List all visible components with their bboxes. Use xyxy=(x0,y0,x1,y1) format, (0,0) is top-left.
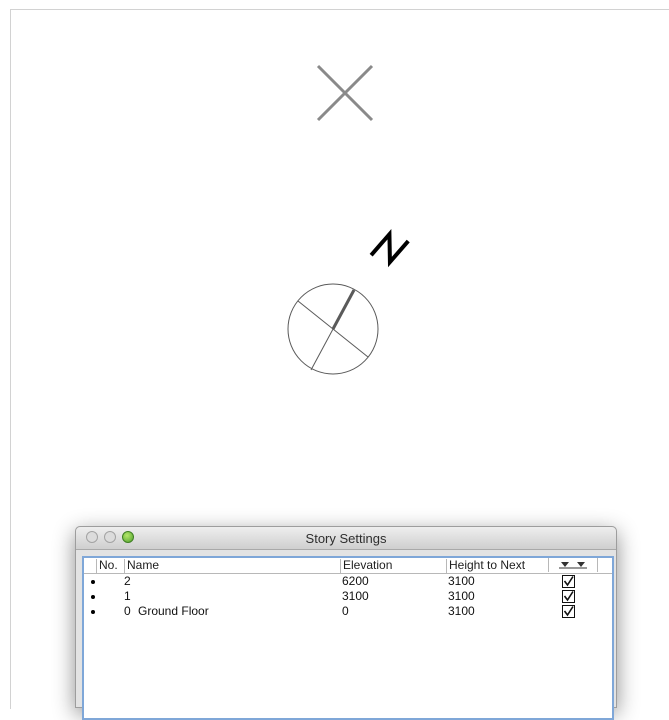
current-story-bullet xyxy=(91,610,95,614)
table-row[interactable]: 2 6200 3100 xyxy=(84,574,612,589)
story-elevation: 6200 xyxy=(342,574,369,588)
story-visible-checkbox[interactable] xyxy=(562,590,575,603)
stories-table[interactable]: No. Name Elevation Height to Next 2 6200 3… xyxy=(82,556,614,720)
current-story-bullet xyxy=(91,595,95,599)
table-row[interactable]: 1 3100 3100 xyxy=(84,589,612,604)
north-arrow-icon[interactable] xyxy=(366,227,412,273)
story-elevation: 3100 xyxy=(342,589,369,603)
story-number: 1 xyxy=(124,589,131,603)
header-no[interactable]: No. xyxy=(96,559,124,573)
compass-icon[interactable] xyxy=(284,280,382,378)
story-elevation: 0 xyxy=(342,604,349,618)
story-number: 2 xyxy=(124,574,131,588)
dialog-titlebar[interactable]: Story Settings xyxy=(76,527,616,550)
header-height-to-next[interactable]: Height to Next xyxy=(446,559,549,573)
header-name[interactable]: Name xyxy=(124,559,347,573)
dialog-title: Story Settings xyxy=(305,531,387,546)
story-settings-dialog: Story Settings No. Name Elevation Height… xyxy=(75,526,617,720)
story-visible-checkbox[interactable] xyxy=(562,605,575,618)
show-hide-stories-icon[interactable] xyxy=(548,558,598,572)
table-header: No. Name Elevation Height to Next xyxy=(84,558,612,574)
current-story-bullet xyxy=(91,580,95,584)
header-elevation[interactable]: Elevation xyxy=(340,559,441,573)
table-row[interactable]: 0 Ground Floor 0 3100 xyxy=(84,604,612,619)
story-height-to-next: 3100 xyxy=(448,589,475,603)
story-name: Ground Floor xyxy=(138,604,209,618)
delete-x-icon[interactable] xyxy=(314,62,376,124)
story-number: 0 xyxy=(124,604,131,618)
story-visible-checkbox[interactable] xyxy=(562,575,575,588)
story-height-to-next: 3100 xyxy=(448,574,475,588)
story-height-to-next: 3100 xyxy=(448,604,475,618)
